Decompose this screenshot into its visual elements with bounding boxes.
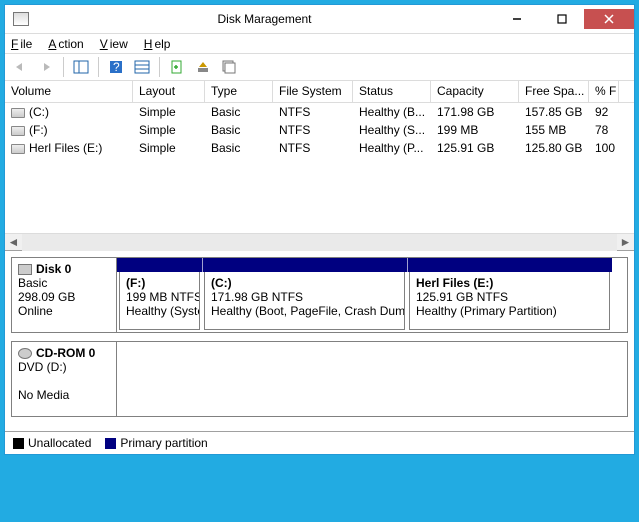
menu-help[interactable]: Help [144, 37, 171, 51]
volume-icon [11, 144, 25, 154]
partition[interactable]: (F:)199 MB NTFSHealthy (Syste [117, 258, 202, 332]
scroll-right-icon[interactable]: ► [617, 234, 634, 251]
scroll-left-icon[interactable]: ◄ [5, 234, 22, 251]
menubar: File Action View Help [5, 33, 634, 53]
primary-swatch [105, 438, 116, 449]
details-view-button[interactable] [131, 56, 153, 78]
cdrom-row[interactable]: CD-ROM 0 DVD (D:) No Media [11, 341, 628, 417]
disk-mgmt-icon [13, 12, 29, 26]
minimize-button[interactable] [494, 9, 539, 29]
svg-text:?: ? [113, 60, 120, 74]
toolbar: ? [5, 53, 634, 81]
cdrom-info: CD-ROM 0 DVD (D:) No Media [12, 342, 117, 416]
graphical-view: Disk 0 Basic 298.09 GB Online (F:)199 MB… [5, 250, 634, 431]
properties-button[interactable] [218, 56, 240, 78]
col-free[interactable]: Free Spa... [519, 81, 589, 102]
eject-button[interactable] [192, 56, 214, 78]
col-layout[interactable]: Layout [133, 81, 205, 102]
volume-list-header: Volume Layout Type File System Status Ca… [5, 81, 634, 103]
disk-icon [18, 264, 32, 275]
help-button[interactable]: ? [105, 56, 127, 78]
h-scrollbar[interactable]: ◄ ► [5, 233, 634, 250]
back-button[interactable] [9, 56, 31, 78]
table-row[interactable]: (F:)SimpleBasicNTFSHealthy (S...199 MB15… [5, 121, 634, 139]
col-status[interactable]: Status [353, 81, 431, 102]
col-volume[interactable]: Volume [5, 81, 133, 102]
forward-button[interactable] [35, 56, 57, 78]
col-pct[interactable]: % F [589, 81, 619, 102]
menu-action[interactable]: Action [48, 37, 83, 51]
table-row[interactable]: (C:)SimpleBasicNTFSHealthy (B...171.98 G… [5, 103, 634, 121]
close-button[interactable] [584, 9, 634, 29]
maximize-button[interactable] [539, 9, 584, 29]
legend: Unallocated Primary partition [5, 431, 634, 454]
col-capacity[interactable]: Capacity [431, 81, 519, 102]
partition[interactable]: (C:)171.98 GB NTFSHealthy (Boot, PageFil… [202, 258, 407, 332]
unallocated-swatch [13, 438, 24, 449]
menu-file[interactable]: File [11, 37, 32, 51]
table-row[interactable]: Herl Files (E:)SimpleBasicNTFSHealthy (P… [5, 139, 634, 157]
refresh-button[interactable] [166, 56, 188, 78]
window-title: Disk Maragement [35, 12, 494, 26]
disk-0-row[interactable]: Disk 0 Basic 298.09 GB Online (F:)199 MB… [11, 257, 628, 333]
window: Disk Maragement File Action View Help ? … [4, 4, 635, 455]
volume-icon [11, 108, 25, 118]
titlebar[interactable]: Disk Maragement [5, 5, 634, 33]
col-type[interactable]: Type [205, 81, 273, 102]
volume-list[interactable]: (C:)SimpleBasicNTFSHealthy (B...171.98 G… [5, 103, 634, 233]
show-hide-tree-button[interactable] [70, 56, 92, 78]
partition[interactable]: Herl Files (E:)125.91 GB NTFSHealthy (Pr… [407, 258, 612, 332]
disk-0-info: Disk 0 Basic 298.09 GB Online [12, 258, 117, 332]
menu-view[interactable]: View [100, 37, 128, 51]
col-filesystem[interactable]: File System [273, 81, 353, 102]
cdrom-icon [18, 348, 32, 359]
volume-icon [11, 126, 25, 136]
